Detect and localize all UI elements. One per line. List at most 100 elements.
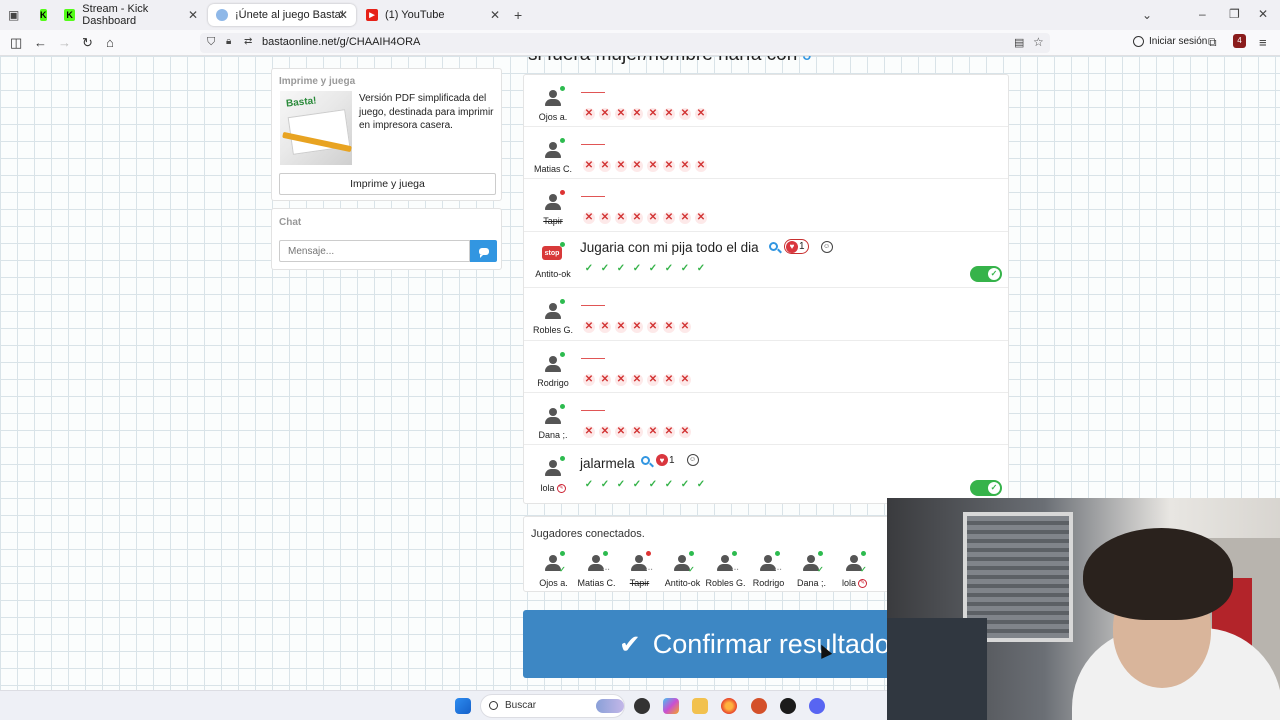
reject-mark-icon: ✕: [631, 321, 643, 333]
online-dot: [560, 299, 565, 304]
permissions-icon[interactable]: ⇄: [244, 36, 252, 47]
player-name: Ojos a.: [539, 578, 568, 588]
connected-player[interactable]: ✓ Dana ;.: [790, 551, 833, 589]
discord-icon[interactable]: [809, 698, 825, 714]
signin-button[interactable]: Iniciar sesión: [1133, 36, 1207, 47]
player-name: Dana ;.: [538, 430, 568, 440]
lock-icon[interactable]: 🔒︎: [226, 36, 231, 47]
like-badge[interactable]: ♥ 1: [656, 454, 675, 466]
confirm-results-button[interactable]: ✔ Confirmar resultados: [523, 610, 903, 678]
print-thumbnail[interactable]: Basta!: [280, 91, 352, 165]
connected-player[interactable]: … Rodrigo: [747, 551, 790, 589]
reject-mark-icon: ✕: [599, 374, 611, 386]
obs-icon[interactable]: [780, 698, 796, 714]
reject-mark-icon: ✕: [695, 108, 707, 120]
answer-row: lola ✎ jalarmela ♥ 1 ☺ ✓ ✓ ✓ ✓ ✓ ✓ ✓ ✓ ✓: [524, 445, 1008, 503]
tab-basta[interactable]: ¡Únete al juego Basta! ✕: [208, 4, 356, 26]
approve-mark-icon: ✓: [680, 479, 690, 490]
reader-view-icon[interactable]: ▤: [1014, 36, 1024, 49]
avatar: [541, 299, 565, 321]
tab-kick-dashboard[interactable]: K Stream - Kick Dashboard ✕: [56, 3, 206, 27]
avatar: [541, 404, 565, 426]
ready-check-icon: ✓: [559, 565, 566, 574]
tab-kick-pinned[interactable]: K: [32, 4, 56, 26]
extensions-icon[interactable]: ⧉: [1208, 35, 1217, 50]
chat-message-input[interactable]: [279, 240, 470, 262]
approve-mark-icon: ✓: [696, 479, 706, 490]
close-tab-icon[interactable]: ✕: [490, 8, 500, 22]
answer-row: Rodrigo ✕ ✕ ✕ ✕ ✕ ✕ ✕: [524, 341, 1008, 393]
tab-youtube[interactable]: ▶ (1) YouTube ✕: [358, 4, 508, 26]
maximize-icon[interactable]: ❐: [1229, 7, 1240, 21]
close-tab-icon[interactable]: ✕: [338, 8, 348, 22]
windows-start-icon[interactable]: [455, 698, 471, 714]
approve-mark-icon: ✓: [632, 263, 642, 274]
widgets-icon[interactable]: [596, 699, 624, 713]
file-explorer-icon[interactable]: [692, 698, 708, 714]
forward-icon[interactable]: →: [58, 35, 71, 50]
connected-player[interactable]: … Robles G.: [704, 551, 747, 589]
like-badge[interactable]: ♥ 1: [784, 239, 809, 254]
search-icon[interactable]: [769, 242, 778, 251]
minimize-icon[interactable]: –: [1199, 7, 1206, 21]
connected-player[interactable]: … Tapir: [618, 551, 661, 589]
approve-mark-icon: ✓: [616, 479, 626, 490]
approve-mark-icon: ✓: [680, 263, 690, 274]
close-window-icon[interactable]: ✕: [1258, 7, 1268, 21]
webcam-overlay: [887, 498, 1280, 720]
approve-mark-icon: ✓: [696, 263, 706, 274]
chat-title: Chat: [279, 217, 302, 228]
kick-icon: K: [40, 9, 47, 21]
connected-player[interactable]: … Matias C.: [575, 551, 618, 589]
check-icon: ✓: [988, 482, 1000, 494]
home-icon[interactable]: ⌂: [106, 35, 114, 50]
stop-avatar: stop: [541, 242, 565, 264]
reject-mark-icon: ✕: [631, 374, 643, 386]
add-reaction-icon[interactable]: ☺: [820, 240, 833, 253]
validate-toggle[interactable]: ✓: [970, 266, 1002, 282]
extension-badge-icon[interactable]: 4: [1233, 34, 1246, 48]
menu-icon[interactable]: ≡: [1259, 35, 1267, 50]
reload-icon[interactable]: ↻: [82, 35, 93, 51]
answer-actions: ♥ 1 ☺: [769, 239, 833, 254]
close-tab-icon[interactable]: ✕: [188, 8, 198, 22]
reject-mark-icon: ✕: [583, 212, 595, 224]
url-text[interactable]: bastaonline.net/g/CHAAIH4ORA: [262, 36, 420, 48]
tab-bar: ▣ K K Stream - Kick Dashboard ✕ ¡Únete a…: [0, 0, 1280, 30]
reject-mark-icon: ✕: [647, 321, 659, 333]
category-letter: J: [803, 56, 813, 65]
validate-toggle[interactable]: ✓: [970, 480, 1002, 496]
connected-player[interactable]: ✓ Ojos a.: [532, 551, 575, 589]
firefox-icon[interactable]: [721, 698, 737, 714]
copilot-icon[interactable]: [663, 698, 679, 714]
reject-mark-icon: ✕: [663, 321, 675, 333]
pin-icon: ✎: [858, 579, 867, 589]
tab-overview-icon[interactable]: ▣: [8, 8, 19, 22]
add-reaction-icon[interactable]: ☺: [686, 454, 699, 466]
github-icon[interactable]: [634, 698, 650, 714]
tab-list-chevron-icon[interactable]: ⌄: [1142, 8, 1152, 22]
reject-mark-icon: ✕: [679, 108, 691, 120]
answer-text: jalarmela: [580, 456, 635, 471]
reject-mark-icon: ✕: [663, 426, 675, 438]
reject-mark-icon: ✕: [583, 321, 595, 333]
sidebar-toggle-icon[interactable]: ◫: [10, 35, 22, 51]
reject-mark-icon: ✕: [679, 374, 691, 386]
typing-dots-icon: …: [602, 563, 610, 572]
connected-player[interactable]: ✓ Antito-ok: [661, 551, 704, 589]
new-tab-icon[interactable]: +: [514, 7, 522, 23]
app-icon[interactable]: [751, 698, 767, 714]
connected-player[interactable]: ✓ lola ✎: [833, 551, 876, 589]
basta-icon: [216, 9, 228, 21]
approve-mark-icon: ✓: [584, 479, 594, 490]
url-bar[interactable]: ⛉ 🔒︎ ⇄ bastaonline.net/g/CHAAIH4ORA ▤ ☆: [200, 33, 1050, 53]
player-name: Ojos a.: [538, 112, 568, 122]
shield-icon[interactable]: ⛉: [207, 36, 215, 49]
reject-mark-icon: ✕: [679, 321, 691, 333]
back-icon[interactable]: ←: [34, 35, 47, 50]
print-button[interactable]: Imprime y juega: [279, 173, 496, 195]
player-name: Matias C.: [577, 578, 616, 588]
chat-send-button[interactable]: [470, 240, 497, 262]
search-icon[interactable]: [641, 455, 650, 465]
bookmark-star-icon[interactable]: ☆: [1033, 35, 1044, 49]
